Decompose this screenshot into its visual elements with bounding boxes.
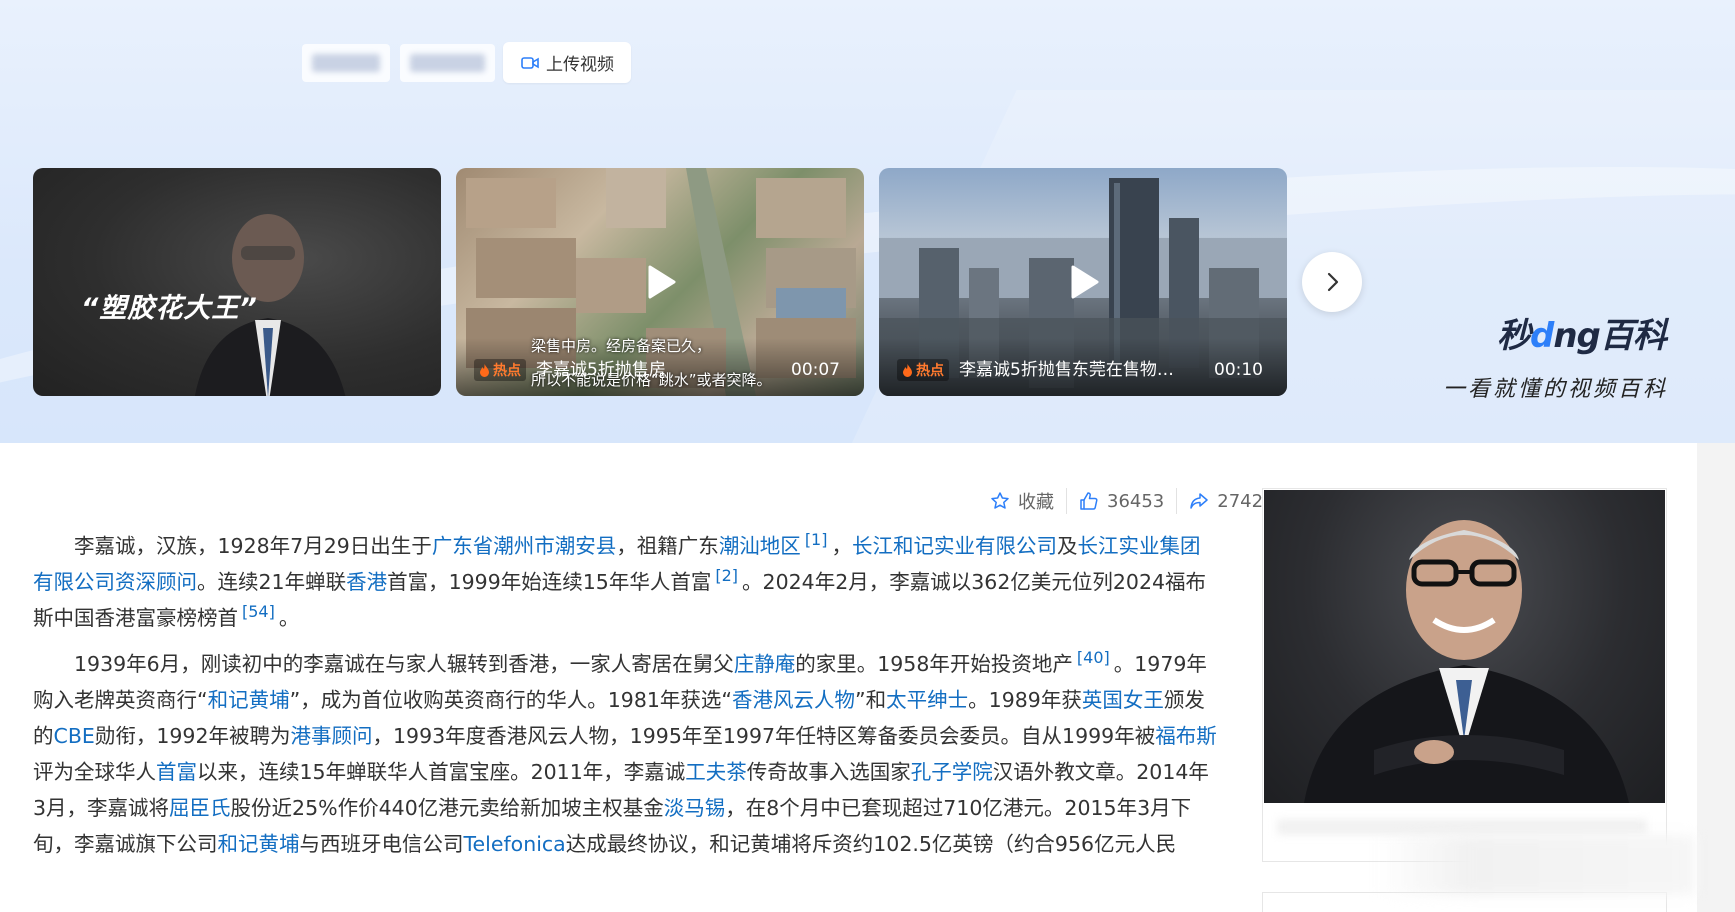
- hot-badge-label: 热点: [493, 363, 521, 379]
- summary-card: [1262, 892, 1667, 912]
- video-card[interactable]: 热点 李嘉诚5折抛售东莞在售物业... 00:10: [879, 168, 1287, 396]
- video-duration: 00:07: [791, 360, 840, 380]
- video-camera-icon: [521, 56, 539, 69]
- article-link[interactable]: 首富: [156, 760, 197, 784]
- video-duration: 00:10: [1214, 360, 1263, 380]
- summary-image-card[interactable]: [1262, 488, 1667, 862]
- reference-marker[interactable]: [40]: [1077, 648, 1110, 667]
- article-link[interactable]: 和记黄埔: [218, 832, 300, 856]
- play-icon[interactable]: [640, 262, 680, 302]
- portrait-photo: [1264, 490, 1665, 803]
- portrait-illustration: [1304, 520, 1629, 803]
- brand-logo: 秒dng百科: [1497, 316, 1667, 356]
- star-icon: [991, 492, 1009, 509]
- article-link[interactable]: 香港: [346, 570, 387, 594]
- article-link[interactable]: 庄静庵: [734, 652, 796, 676]
- nav-tab-blurred[interactable]: [400, 44, 495, 82]
- upload-video-label: 上传视频: [546, 55, 614, 75]
- article-link[interactable]: 太平绅士: [886, 688, 968, 712]
- video-banner: 上传视频 “塑胶花大王” 梁售中房。经房备案已久， 所以不能说是价格“跳水”或者…: [0, 0, 1735, 443]
- reference-marker[interactable]: [1]: [805, 530, 828, 549]
- upload-video-button[interactable]: 上传视频: [503, 42, 631, 83]
- fire-icon: [903, 363, 912, 377]
- article-link[interactable]: 福布斯: [1155, 724, 1217, 748]
- like-button[interactable]: 36453: [1067, 491, 1176, 512]
- article-link[interactable]: 英国女王: [1082, 688, 1164, 712]
- fire-icon: [480, 363, 489, 377]
- favorite-button[interactable]: 收藏: [978, 488, 1066, 514]
- article-link[interactable]: 广东省潮州市潮安县: [432, 534, 617, 558]
- brand-slogan: 一看就懂的视频百科: [1443, 377, 1669, 402]
- article-link[interactable]: 港事顾问: [291, 724, 373, 748]
- favorite-label: 收藏: [1018, 492, 1054, 513]
- article-link[interactable]: CBE: [54, 724, 95, 748]
- like-count: 36453: [1107, 490, 1165, 512]
- video-caption: 李嘉诚5折抛售房: [536, 360, 666, 380]
- video-card[interactable]: “塑胶花大王”: [33, 168, 441, 396]
- article-link[interactable]: 香港风云人物: [732, 688, 855, 712]
- hot-badge: 热点: [474, 359, 526, 381]
- nav-tab-blurred[interactable]: [302, 44, 390, 82]
- blurred-region: [1375, 835, 1695, 895]
- play-icon[interactable]: [1063, 262, 1103, 302]
- article-link[interactable]: 淡马锡: [664, 796, 726, 820]
- article-paragraph: 李嘉诚，汉族，1928年7月29日出生于广东省潮州市潮安县，祖籍广东潮汕地区 [1…: [33, 530, 1207, 631]
- share-icon: [1190, 493, 1209, 509]
- video-subtitle: 梁售中房。经房备案已久，: [531, 337, 712, 355]
- article-link[interactable]: Telefonica: [464, 832, 566, 856]
- article-paragraph: 1939年6月，刚读初中的李嘉诚在与家人辗转到香港，一家人寄居在舅父庄静庵的家里…: [33, 648, 1217, 857]
- page-gutter: [1697, 443, 1735, 912]
- video-card[interactable]: 梁售中房。经房备案已久， 所以不能说是价格“跳水”或者突降。 热点 李嘉诚5折抛…: [456, 168, 864, 396]
- thumbs-up-icon: [1080, 492, 1098, 510]
- action-bar: 收藏 36453 2742: [978, 487, 1275, 515]
- share-count: 2742: [1217, 490, 1264, 512]
- article-body: 李嘉诚，汉族，1928年7月29日出生于广东省潮州市潮安县，祖籍广东潮汕地区 [1…: [33, 528, 1218, 872]
- video-overlay-title: “塑胶花大王”: [81, 293, 258, 324]
- image-caption-blurred: [1277, 819, 1647, 835]
- video-caption: 李嘉诚5折抛售东莞在售物业...: [959, 360, 1189, 380]
- hot-badge-label: 热点: [916, 363, 944, 379]
- carousel-next-button[interactable]: [1302, 252, 1362, 312]
- article-link[interactable]: 长江和记实业有限公司: [852, 534, 1057, 558]
- article-link[interactable]: 屈臣氏: [169, 796, 231, 820]
- reference-marker[interactable]: [2]: [715, 566, 738, 585]
- hot-badge: 热点: [897, 359, 949, 381]
- share-button[interactable]: 2742: [1177, 491, 1275, 512]
- article-link[interactable]: 孔子学院: [911, 760, 993, 784]
- article-link[interactable]: 和记黄埔: [208, 688, 290, 712]
- article-link[interactable]: 工夫茶: [685, 760, 747, 784]
- reference-marker[interactable]: [54]: [242, 602, 275, 621]
- article-link[interactable]: 潮汕地区: [719, 534, 801, 558]
- chevron-right-icon: [1327, 272, 1339, 292]
